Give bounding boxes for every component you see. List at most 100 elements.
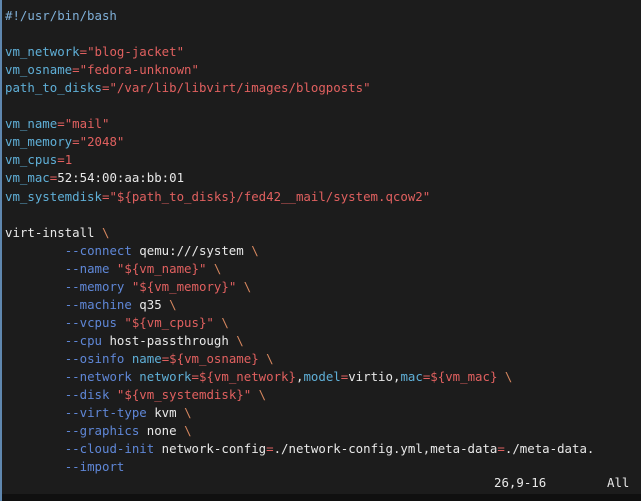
code-token: --osinfo: [64, 350, 125, 366]
code-token: q35: [131, 296, 170, 312]
code-token: "blog-jacket": [87, 44, 185, 60]
code-token: =: [79, 44, 88, 60]
code-token: mac: [400, 369, 423, 384]
code-token: "/var/lib/libvirt/images/blogposts": [109, 80, 371, 96]
code-token: vm_systemdisk: [5, 188, 102, 204]
code-line[interactable]: --graphics none \: [5, 422, 192, 440]
code-line[interactable]: --disk "${vm_systemdisk}" \: [5, 386, 266, 404]
code-token: =: [57, 116, 65, 132]
code-token: --graphics: [64, 423, 140, 439]
code-token: =: [72, 62, 80, 78]
code-line[interactable]: --network network=${vm_network},model=vi…: [5, 368, 513, 386]
code-line[interactable]: #!/usr/bin/bash: [5, 7, 117, 25]
code-line[interactable]: --virt-type kvm \: [5, 404, 192, 422]
code-token: "mail": [64, 116, 110, 132]
vim-editor[interactable]: #!/usr/bin/bash vm_network="blog-jacket" v…: [0, 0, 641, 501]
code-token: "${vm_name}": [116, 260, 207, 276]
code-line[interactable]: --cloud-init network-config=./network-co…: [5, 440, 595, 458]
code-line[interactable]: --cpu host-passthrough \: [5, 332, 244, 350]
code-token: \: [251, 242, 259, 258]
code-line[interactable]: --connect qemu:///system \: [5, 242, 259, 260]
code-token: vm_memory: [5, 134, 73, 150]
cursor-position: 26,9-16: [494, 475, 547, 490]
code-token: --name: [64, 260, 110, 276]
code-line[interactable]: vm_network="blog-jacket": [5, 43, 184, 61]
code-token: =: [266, 441, 274, 457]
code-token: \: [169, 296, 177, 312]
code-token: virt-install: [5, 224, 102, 240]
code-token: name: [131, 350, 162, 366]
code-token: vm_mac: [5, 170, 50, 186]
code-token: vm_network: [5, 44, 80, 60]
code-token: 1: [64, 152, 73, 168]
code-line[interactable]: vm_memory="2048": [5, 133, 124, 151]
code-token: \: [258, 387, 267, 403]
code-token: "${path_to_disks}/fed42__mail/system.qco…: [109, 188, 431, 204]
code-token: =: [497, 441, 505, 457]
code-token: ${vm_osname}: [169, 350, 259, 366]
code-token: ${vm_mac}: [430, 369, 498, 384]
code-token: 52:54:00:aa:bb:01: [57, 170, 185, 186]
code-token: vm_cpus: [5, 152, 58, 168]
code-token: --machine: [64, 296, 132, 312]
code-token: \: [504, 369, 513, 384]
code-token: #!/usr/bin/bash: [5, 8, 117, 23]
code-token: --cpu: [64, 332, 102, 348]
code-token: network-config: [154, 441, 267, 457]
code-token: \: [266, 350, 274, 366]
code-token: host-passthrough: [102, 332, 237, 348]
code-line[interactable]: vm_mac=52:54:00:aa:bb:01: [5, 169, 184, 187]
code-token: vm_osname: [5, 62, 73, 78]
code-line[interactable]: --osinfo name=${vm_osname} \: [5, 350, 274, 368]
code-line[interactable]: --name "${vm_name}" \: [5, 260, 222, 278]
code-token: --disk: [64, 387, 110, 403]
code-token: \: [236, 332, 244, 348]
code-token: --network: [64, 369, 132, 384]
code-token: --connect: [64, 242, 132, 258]
code-token: model: [303, 369, 341, 384]
code-token: path_to_disks: [5, 80, 102, 96]
code-token: --vcpus: [64, 314, 117, 330]
code-line[interactable]: vm_systemdisk="${path_to_disks}/fed42__m…: [5, 188, 430, 206]
code-line[interactable]: vm_name="mail": [5, 115, 109, 133]
code-token: =: [57, 152, 65, 168]
code-line[interactable]: path_to_disks="/var/lib/libvirt/images/b…: [5, 79, 371, 97]
code-line[interactable]: vm_osname="fedora-unknown": [5, 61, 199, 79]
code-token: "${vm_cpus}": [124, 314, 214, 330]
terminal-bottom-edge: [2, 494, 641, 501]
code-token: "2048": [79, 134, 125, 150]
code-token: --memory: [64, 278, 125, 294]
code-token: none: [139, 423, 185, 439]
code-token: network: [139, 369, 192, 384]
code-line[interactable]: --vcpus "${vm_cpus}" \: [5, 314, 229, 332]
code-line[interactable]: vm_cpus=1: [5, 151, 72, 169]
code-line[interactable]: virt-install \: [5, 224, 109, 242]
code-token: qemu:///system: [131, 242, 252, 258]
code-token: "fedora-unknown": [79, 62, 199, 78]
code-token: ${vm_network}: [198, 369, 296, 384]
code-line[interactable]: --memory "${vm_memory}" \: [5, 278, 252, 296]
code-line[interactable]: --machine q35 \: [5, 296, 177, 314]
scroll-indicator: All: [607, 475, 630, 490]
code-token: --cloud-init: [64, 441, 155, 457]
code-token: \: [243, 278, 252, 294]
code-token: "${vm_memory}": [131, 278, 237, 294]
code-token: \: [221, 314, 229, 330]
